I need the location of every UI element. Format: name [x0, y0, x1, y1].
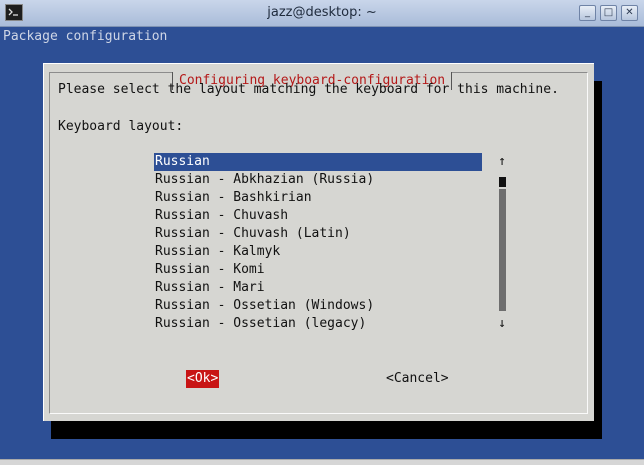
- scroll-up-arrow-icon[interactable]: ↑: [496, 153, 508, 171]
- list-scrollbar[interactable]: ↑ ↓: [496, 153, 508, 333]
- package-configuration-header: Package configuration: [3, 29, 168, 44]
- list-item[interactable]: Russian - Bashkirian: [154, 189, 312, 207]
- minimize-button[interactable]: _: [579, 5, 596, 21]
- close-button[interactable]: ✕: [621, 5, 638, 21]
- keyboard-layout-label: Keyboard layout:: [58, 119, 184, 134]
- list-item[interactable]: Russian - Kalmyk: [154, 243, 280, 261]
- list-item[interactable]: Russian - Abkhazian (Russia): [154, 171, 374, 189]
- list-item[interactable]: Russian - Mari: [154, 279, 265, 297]
- scroll-down-arrow-icon[interactable]: ↓: [496, 315, 508, 333]
- dialog-prompt: Please select the layout matching the ke…: [58, 82, 559, 97]
- cancel-button[interactable]: <Cancel>: [385, 370, 450, 388]
- list-item[interactable]: Russian - Chuvash: [154, 207, 288, 225]
- scroll-thumb[interactable]: [499, 177, 506, 187]
- window-bottom-edge: [0, 459, 644, 465]
- minimize-icon: _: [585, 7, 590, 18]
- list-item[interactable]: Russian - Ossetian (legacy): [154, 315, 366, 333]
- maximize-button[interactable]: □: [600, 5, 617, 21]
- window-titlebar[interactable]: jazz@desktop: ~ _ □ ✕: [0, 0, 644, 27]
- scroll-track[interactable]: [499, 189, 506, 311]
- list-item[interactable]: Russian - Komi: [154, 261, 265, 279]
- list-item[interactable]: Russian - Ossetian (Windows): [154, 297, 374, 315]
- terminal-window: jazz@desktop: ~ _ □ ✕ Package configurat…: [0, 0, 644, 465]
- config-dialog: Configuring keyboard-configuration Pleas…: [43, 63, 594, 421]
- window-title: jazz@desktop: ~: [267, 5, 377, 20]
- ok-button[interactable]: <Ok>: [186, 370, 220, 388]
- maximize-icon: □: [603, 7, 614, 18]
- list-item[interactable]: Russian: [154, 153, 482, 171]
- close-icon: ✕: [625, 7, 634, 18]
- list-item[interactable]: Russian - Chuvash (Latin): [154, 225, 351, 243]
